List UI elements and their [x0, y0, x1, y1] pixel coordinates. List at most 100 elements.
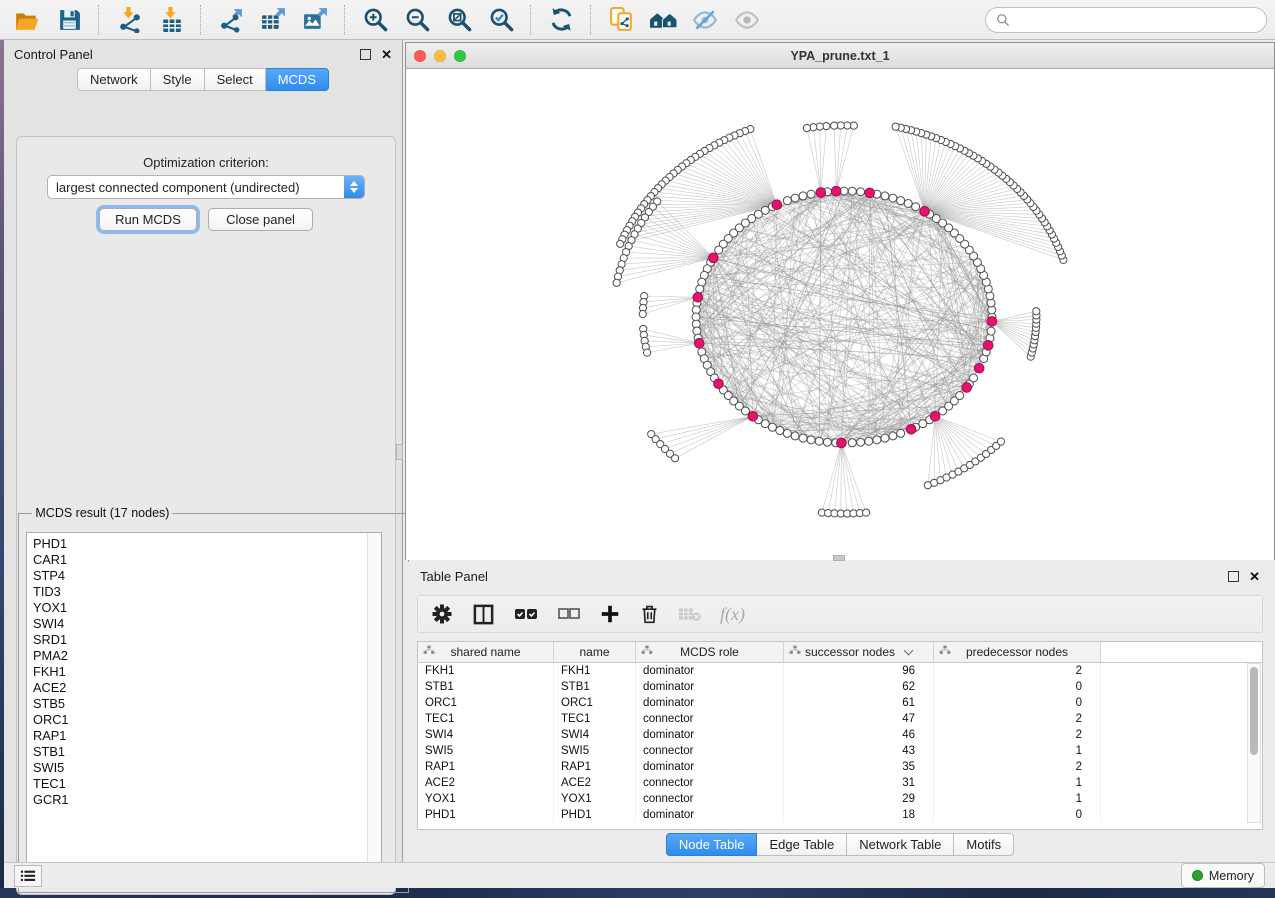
network-node[interactable]	[799, 434, 807, 442]
network-mcds-hub-node[interactable]	[772, 200, 782, 210]
network-leaf-node[interactable]	[613, 279, 620, 286]
network-mcds-hub-node[interactable]	[816, 188, 826, 198]
network-node[interactable]	[897, 429, 905, 437]
network-leaf-node[interactable]	[997, 438, 1004, 445]
memory-button[interactable]: Memory	[1181, 863, 1265, 888]
network-node[interactable]	[783, 197, 791, 205]
network-mcds-hub-node[interactable]	[831, 186, 841, 196]
clone-network-button[interactable]	[602, 4, 640, 36]
table-cell[interactable]: 1	[934, 791, 1101, 807]
network-node[interactable]	[815, 437, 823, 445]
network-node[interactable]	[873, 436, 881, 444]
network-leaf-node[interactable]	[1033, 308, 1040, 315]
tab-edge-table[interactable]: Edge Table	[757, 833, 847, 856]
table-cell[interactable]: FKH1	[418, 663, 554, 679]
table-cell[interactable]: 35	[784, 759, 934, 775]
delete-table-icon[interactable]	[678, 605, 702, 623]
table-row[interactable]: STB1STB1dominator620	[418, 679, 1262, 695]
column-header-successor-nodes[interactable]: successor nodes	[784, 642, 934, 662]
network-node[interactable]	[807, 190, 815, 198]
network-mcds-hub-node[interactable]	[837, 438, 847, 448]
mcds-result-item[interactable]: ACE2	[33, 680, 381, 696]
export-table-button[interactable]	[254, 4, 292, 36]
network-node[interactable]	[696, 285, 704, 293]
network-mcds-hub-node[interactable]	[709, 253, 719, 263]
network-mcds-hub-node[interactable]	[974, 363, 984, 373]
network-mcds-hub-node[interactable]	[694, 338, 704, 348]
table-cell[interactable]: connector	[636, 743, 784, 759]
network-mcds-hub-node[interactable]	[906, 424, 916, 434]
table-row[interactable]: TEC1TEC1connector472	[418, 711, 1262, 727]
network-node[interactable]	[912, 203, 920, 211]
table-row[interactable]: RAP1RAP1dominator352	[418, 759, 1262, 775]
mcds-result-item[interactable]: CAR1	[33, 552, 381, 568]
zoom-selected-button[interactable]	[482, 4, 520, 36]
network-mcds-hub-node[interactable]	[693, 292, 703, 302]
column-header-predecessor-nodes[interactable]: predecessor nodes	[934, 642, 1101, 662]
network-leaf-node[interactable]	[863, 509, 870, 516]
table-row[interactable]: SWI4SWI4dominator462	[418, 727, 1262, 743]
mcds-result-item[interactable]: FKH1	[33, 664, 381, 680]
network-node[interactable]	[881, 192, 889, 200]
mcds-result-item[interactable]: STB1	[33, 744, 381, 760]
table-cell[interactable]: 0	[934, 807, 1101, 823]
mcds-result-item[interactable]: STB5	[33, 696, 381, 712]
network-node[interactable]	[783, 429, 791, 437]
network-node[interactable]	[889, 432, 897, 440]
table-row[interactable]: YOX1YOX1connector291	[418, 791, 1262, 807]
table-cell[interactable]: YOX1	[554, 791, 636, 807]
mcds-result-item[interactable]: TEC1	[33, 776, 381, 792]
table-cell[interactable]: SWI5	[554, 743, 636, 759]
network-node[interactable]	[904, 199, 912, 207]
tab-network[interactable]: Network	[77, 68, 151, 91]
table-cell[interactable]: TEC1	[418, 711, 554, 727]
import-network-button[interactable]	[110, 4, 148, 36]
network-node[interactable]	[865, 437, 873, 445]
select-stepper-icon[interactable]	[344, 176, 364, 198]
table-cell[interactable]: TEC1	[554, 711, 636, 727]
network-node[interactable]	[741, 407, 749, 415]
horizontal-split-handle[interactable]	[833, 555, 845, 561]
apply-layout-button[interactable]	[542, 4, 580, 36]
table-scrollbar-thumb[interactable]	[1250, 667, 1258, 755]
network-node[interactable]	[857, 188, 865, 196]
table-cell[interactable]: 46	[784, 727, 934, 743]
table-cell[interactable]: 47	[784, 711, 934, 727]
table-cell[interactable]: STB1	[418, 679, 554, 695]
network-leaf-node[interactable]	[639, 310, 646, 317]
node-table[interactable]: shared namenameMCDS rolesuccessor nodesp…	[417, 641, 1263, 830]
search-box[interactable]	[985, 7, 1267, 33]
table-row[interactable]: ACE2ACE2connector311	[418, 775, 1262, 791]
zoom-out-button[interactable]	[398, 4, 436, 36]
table-row[interactable]: ORC1ORC1dominator610	[418, 695, 1262, 711]
table-cell[interactable]: 2	[934, 727, 1101, 743]
mcds-result-item[interactable]: SWI5	[33, 760, 381, 776]
close-panel-icon[interactable]: ✕	[381, 48, 392, 61]
tab-mcds[interactable]: MCDS	[266, 68, 329, 91]
network-node[interactable]	[715, 246, 723, 254]
network-node[interactable]	[768, 423, 776, 431]
open-file-button[interactable]	[8, 4, 46, 36]
mcds-result-item[interactable]: YOX1	[33, 600, 381, 616]
network-node[interactable]	[799, 192, 807, 200]
table-cell[interactable]: ACE2	[554, 775, 636, 791]
network-node[interactable]	[987, 327, 995, 335]
network-mcds-hub-node[interactable]	[987, 317, 997, 327]
table-cell[interactable]: SWI4	[554, 727, 636, 743]
network-mcds-hub-node[interactable]	[962, 383, 972, 393]
network-window-titlebar[interactable]: YPA_prune.txt_1	[406, 43, 1274, 69]
table-cell[interactable]: dominator	[636, 695, 784, 711]
table-cell[interactable]: YOX1	[418, 791, 554, 807]
network-leaf-node[interactable]	[617, 240, 624, 247]
network-node[interactable]	[848, 187, 856, 195]
network-mcds-hub-node[interactable]	[748, 411, 758, 421]
network-mcds-hub-node[interactable]	[920, 207, 930, 217]
table-cell[interactable]: ORC1	[418, 695, 554, 711]
column-header-MCDS-role[interactable]: MCDS role	[636, 642, 784, 662]
float-panel-icon[interactable]	[1228, 571, 1239, 582]
table-cell[interactable]: dominator	[636, 727, 784, 743]
table-cell[interactable]: dominator	[636, 679, 784, 695]
search-input[interactable]	[1016, 11, 1256, 28]
network-mcds-hub-node[interactable]	[714, 379, 724, 389]
network-node[interactable]	[848, 439, 856, 447]
